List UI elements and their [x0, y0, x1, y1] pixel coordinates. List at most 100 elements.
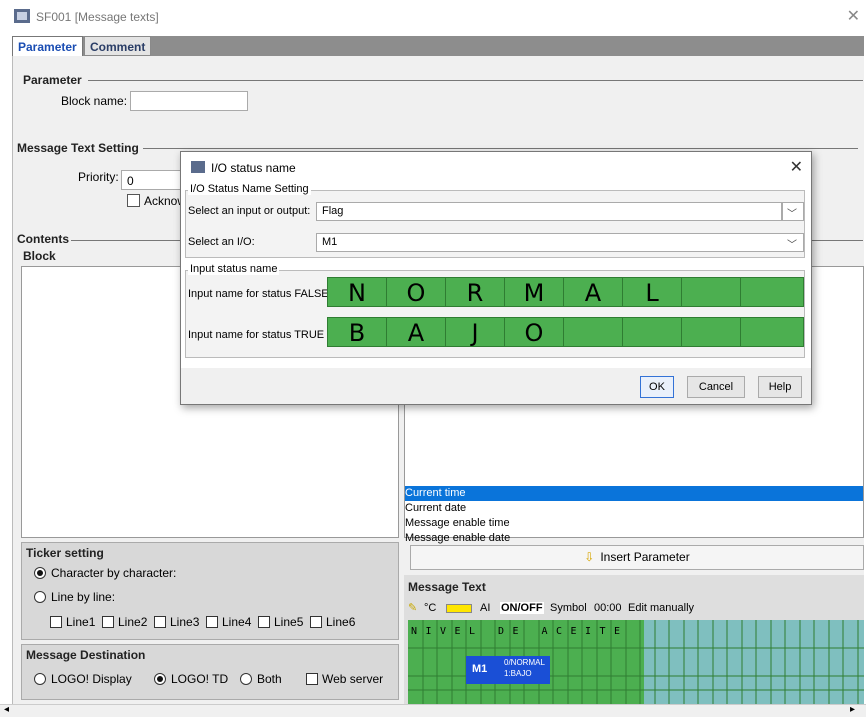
- app-window: SF001 [Message texts] ✕ Parameter Commen…: [0, 0, 866, 717]
- edit-manually-button[interactable]: Edit manually: [628, 602, 694, 614]
- line6-label: Line6: [326, 615, 356, 629]
- acknowledge-checkbox[interactable]: [127, 194, 140, 207]
- radio-character[interactable]: [34, 567, 46, 579]
- line3-label: Line3: [170, 615, 200, 629]
- true-char-cell[interactable]: A: [387, 318, 446, 347]
- ai-button[interactable]: AI: [480, 602, 490, 614]
- false-label: Input name for status FALSE: [188, 288, 329, 300]
- grid-char: L: [469, 626, 476, 637]
- app-logo-icon: [14, 9, 30, 23]
- pencil-icon[interactable]: ✎: [408, 601, 417, 614]
- app-logo-icon: [191, 161, 205, 173]
- message-text-title: Message Text: [408, 580, 486, 594]
- chevron-down-icon[interactable]: ﹀: [782, 202, 804, 221]
- block-name-label: Block name:: [61, 94, 128, 108]
- false-char-cell[interactable]: O: [387, 278, 446, 307]
- io-block-false: 0/NORMAL: [504, 658, 545, 667]
- tab-parameter[interactable]: Parameter: [12, 36, 83, 56]
- false-name-input[interactable]: NORMAL: [327, 277, 804, 307]
- insert-parameter-button[interactable]: ⇩ Insert Parameter: [410, 545, 864, 570]
- radio-logo-td[interactable]: [154, 673, 166, 685]
- message-text-setting-title: Message Text Setting: [17, 141, 139, 155]
- line4-checkbox[interactable]: [206, 616, 218, 628]
- tab-comment[interactable]: Comment: [84, 36, 152, 56]
- chevron-down-icon: ﹀: [787, 240, 797, 251]
- grid-char: A: [541, 626, 548, 637]
- list-item[interactable]: Message enable time: [405, 516, 863, 531]
- true-name-input[interactable]: BAJO: [327, 317, 804, 347]
- true-char-cell[interactable]: O: [505, 318, 564, 347]
- false-char-cell[interactable]: L: [623, 278, 682, 307]
- bar-graph-icon[interactable]: [446, 604, 472, 613]
- true-char-cell[interactable]: B: [328, 318, 387, 347]
- cancel-button[interactable]: Cancel: [687, 376, 745, 398]
- line1-label: Line1: [66, 615, 96, 629]
- false-char-cell[interactable]: A: [564, 278, 623, 307]
- line2-checkbox[interactable]: [102, 616, 114, 628]
- radio-logo-display[interactable]: [34, 673, 46, 685]
- divider: [143, 148, 858, 149]
- tab-strip: Parameter Comment: [12, 36, 864, 56]
- select-dropdown[interactable]: M1 ﹀: [316, 233, 804, 252]
- line6-checkbox[interactable]: [310, 616, 322, 628]
- false-char-cell[interactable]: [682, 278, 741, 306]
- web-server-checkbox[interactable]: [306, 673, 318, 685]
- true-char-cell[interactable]: [682, 318, 741, 346]
- select-io-dropdown[interactable]: Flag: [316, 202, 782, 221]
- true-char-cell[interactable]: [564, 318, 623, 346]
- radio-line[interactable]: [34, 591, 46, 603]
- list-item[interactable]: Message enable date: [405, 531, 863, 546]
- io-block-name: M1: [472, 663, 488, 675]
- false-char-cell[interactable]: M: [505, 278, 564, 307]
- io-block[interactable]: M1 0/NORMAL 1:BAJO: [466, 656, 550, 684]
- horizontal-scrollbar[interactable]: ◂ ▸: [0, 704, 866, 717]
- destination-title: Message Destination: [26, 648, 146, 662]
- block-name-input[interactable]: [130, 91, 248, 111]
- line1-checkbox[interactable]: [50, 616, 62, 628]
- dialog-body: I/O Status Name Setting Select an input …: [181, 182, 811, 368]
- degree-button[interactable]: °C: [424, 602, 436, 614]
- list-item[interactable]: Current date: [405, 501, 863, 516]
- ok-button[interactable]: OK: [640, 376, 674, 398]
- false-char-cell[interactable]: R: [446, 278, 505, 307]
- true-char-cell[interactable]: J: [446, 318, 505, 347]
- ticker-setting-group: Ticker setting Character by character: L…: [21, 542, 399, 640]
- scroll-left-icon[interactable]: ◂: [4, 704, 9, 715]
- false-char-cell[interactable]: [741, 278, 800, 306]
- line2-label: Line2: [118, 615, 148, 629]
- false-char-cell[interactable]: N: [328, 278, 387, 307]
- logo-td-label: LOGO! TD: [171, 672, 229, 686]
- both-label: Both: [257, 672, 282, 686]
- message-grid[interactable]: NIVELDEACEITE M1 0/NORMAL 1:BAJO: [408, 620, 864, 704]
- web-server-label: Web server: [322, 672, 384, 686]
- symbol-button[interactable]: Symbol: [550, 602, 587, 614]
- line5-checkbox[interactable]: [258, 616, 270, 628]
- list-item[interactable]: Current time: [405, 486, 863, 501]
- true-char-cell[interactable]: [741, 318, 800, 346]
- help-button[interactable]: Help: [758, 376, 802, 398]
- true-char-cell[interactable]: [623, 318, 682, 346]
- radio-character-label: Character by character:: [51, 566, 177, 580]
- group-legend: Input status name: [188, 263, 280, 275]
- grid-char: I: [585, 626, 592, 637]
- line3-checkbox[interactable]: [154, 616, 166, 628]
- ticker-title: Ticker setting: [26, 546, 104, 560]
- close-icon[interactable]: ✕: [790, 157, 803, 177]
- message-destination-group: Message Destination LOGO! Display LOGO! …: [21, 644, 399, 700]
- select-label: Select an I/O:: [188, 236, 255, 248]
- grid-char: D: [498, 626, 505, 637]
- select-io-label: Select an input or output:: [188, 205, 311, 217]
- onoff-button[interactable]: ON/OFF: [500, 602, 544, 614]
- priority-value: 0: [127, 174, 134, 188]
- logo-display-label: LOGO! Display: [51, 672, 132, 686]
- priority-select[interactable]: 0: [121, 170, 181, 190]
- window-title: SF001 [Message texts]: [36, 10, 159, 24]
- time-button[interactable]: 00:00: [594, 602, 622, 614]
- line4-label: Line4: [222, 615, 252, 629]
- close-icon[interactable]: ✕: [847, 6, 860, 26]
- scroll-right-icon[interactable]: ▸: [850, 704, 855, 715]
- select-value: M1: [322, 236, 338, 248]
- group-legend: I/O Status Name Setting: [188, 183, 311, 195]
- radio-both[interactable]: [240, 673, 252, 685]
- input-status-group: Input status name Input name for status …: [185, 263, 805, 358]
